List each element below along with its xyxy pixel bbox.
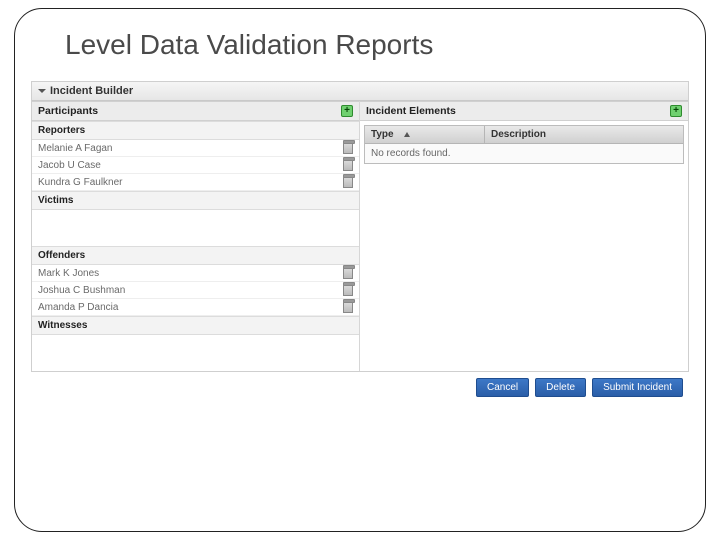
person-name: Amanda P Dancia	[38, 302, 118, 313]
witnesses-empty	[32, 335, 359, 371]
column-label: Type	[371, 129, 394, 140]
trash-icon[interactable]	[343, 301, 353, 313]
delete-button[interactable]: Delete	[535, 378, 586, 397]
list-item[interactable]: Kundra G Faulkner	[32, 174, 359, 191]
list-item[interactable]: Jacob U Case	[32, 157, 359, 174]
person-name: Mark K Jones	[38, 268, 99, 279]
person-name: Kundra G Faulkner	[38, 177, 123, 188]
column-header-type[interactable]: Type	[365, 126, 485, 143]
victims-empty	[32, 210, 359, 246]
list-item[interactable]: Melanie A Fagan	[32, 140, 359, 157]
add-element-icon[interactable]: +	[670, 105, 682, 117]
person-name: Joshua C Bushman	[38, 285, 125, 296]
incident-builder-header[interactable]: Incident Builder	[32, 82, 688, 101]
incident-elements-panel: Incident Elements + Type Description No …	[360, 101, 688, 371]
add-participant-icon[interactable]: +	[341, 105, 353, 117]
cancel-button[interactable]: Cancel	[476, 378, 529, 397]
page-title: Level Data Validation Reports	[65, 29, 695, 61]
column-label: Description	[491, 129, 546, 140]
trash-icon[interactable]	[343, 142, 353, 154]
sort-ascending-icon	[404, 132, 410, 137]
victims-header: Victims	[32, 191, 359, 210]
reporters-header: Reporters	[32, 121, 359, 140]
trash-icon[interactable]	[343, 267, 353, 279]
trash-icon[interactable]	[343, 176, 353, 188]
action-button-bar: Cancel Delete Submit Incident	[25, 372, 695, 399]
offenders-header: Offenders	[32, 246, 359, 265]
person-name: Jacob U Case	[38, 160, 101, 171]
participants-title: Participants	[38, 105, 98, 117]
participants-panel: Participants + Reporters Melanie A Fagan…	[32, 101, 360, 371]
list-item[interactable]: Joshua C Bushman	[32, 282, 359, 299]
column-header-description[interactable]: Description	[485, 126, 683, 143]
incident-elements-title: Incident Elements	[366, 105, 456, 117]
incident-builder-window: Incident Builder Participants + Reporter…	[31, 81, 689, 372]
trash-icon[interactable]	[343, 284, 353, 296]
incident-builder-title: Incident Builder	[50, 85, 133, 97]
person-name: Melanie A Fagan	[38, 143, 113, 154]
grid-empty-message: No records found.	[365, 144, 683, 163]
witnesses-header: Witnesses	[32, 316, 359, 335]
list-item[interactable]: Mark K Jones	[32, 265, 359, 282]
elements-grid: Type Description No records found.	[364, 125, 684, 164]
list-item[interactable]: Amanda P Dancia	[32, 299, 359, 316]
trash-icon[interactable]	[343, 159, 353, 171]
caret-down-icon	[38, 89, 46, 93]
submit-incident-button[interactable]: Submit Incident	[592, 378, 683, 397]
